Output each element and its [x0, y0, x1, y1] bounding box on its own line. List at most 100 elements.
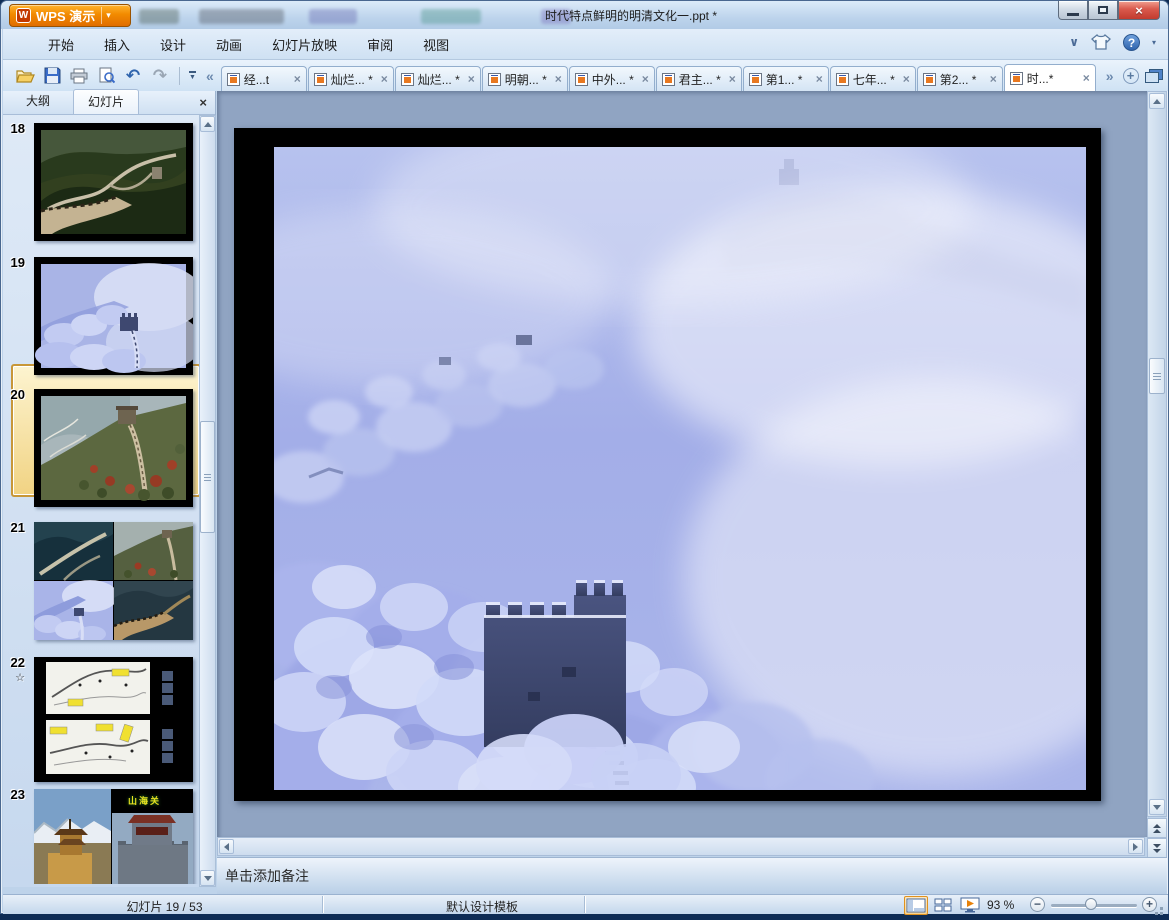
notes-pane[interactable]: 单击添加备注: [217, 857, 1167, 894]
great-wall-snow-photo[interactable]: [274, 147, 1086, 790]
normal-view-button[interactable]: [904, 895, 928, 915]
tab-close-icon[interactable]: ×: [379, 72, 393, 86]
tab-close-icon[interactable]: ×: [727, 72, 741, 86]
window-title: 时代特点鲜明的明清文化一.ppt *: [544, 9, 718, 23]
tab-close-icon[interactable]: ×: [1081, 71, 1095, 85]
previous-slide-button[interactable]: [1147, 818, 1167, 838]
slide-sorter-view-button[interactable]: [931, 896, 955, 915]
minimize-icon: [1067, 12, 1079, 16]
tab-close-icon[interactable]: ×: [553, 72, 567, 86]
slide-sorter-icon: [934, 898, 952, 911]
skin-tshirt-icon[interactable]: [1091, 33, 1111, 51]
print-icon[interactable]: [69, 66, 89, 86]
tab-close-icon[interactable]: ×: [640, 72, 654, 86]
new-document-icon[interactable]: +: [1122, 67, 1139, 84]
redo-icon[interactable]: ↷: [150, 66, 170, 86]
scroll-left-button[interactable]: [219, 839, 234, 854]
grip-lines: [1153, 376, 1161, 377]
app-menu-caret-icon[interactable]: ▾: [106, 10, 111, 21]
scroll-up-button[interactable]: [1149, 93, 1165, 109]
document-tab[interactable]: 中外... * ×: [568, 66, 655, 91]
document-tab[interactable]: 经...t ×: [220, 66, 307, 91]
double-up-arrow-icon: [1153, 828, 1161, 833]
menu-item-start[interactable]: 开始: [33, 30, 89, 59]
slide-thumbnail-22[interactable]: [34, 657, 193, 782]
document-tab[interactable]: 灿烂... * ×: [307, 66, 394, 91]
restore-icon: [1098, 6, 1108, 14]
undo-icon[interactable]: ↶: [123, 66, 143, 86]
panel-tabs: 大纲 幻灯片 ×: [3, 88, 215, 115]
tab-close-icon[interactable]: ×: [466, 72, 480, 86]
zoom-in-button[interactable]: +: [1142, 897, 1157, 912]
document-tab[interactable]: 七年... * ×: [829, 66, 916, 91]
switch-windows-icon[interactable]: [1144, 68, 1163, 83]
animation-star-icon: ☆: [15, 672, 25, 684]
menu-item-design[interactable]: 设计: [145, 30, 201, 59]
print-preview-icon[interactable]: [96, 66, 116, 86]
menu-item-slideshow[interactable]: 幻灯片放映: [257, 30, 352, 59]
panel-close-icon[interactable]: ×: [199, 95, 207, 110]
horizontal-scrollbar[interactable]: [217, 837, 1145, 856]
slide-thumbnail-18[interactable]: [34, 123, 193, 241]
next-slide-button[interactable]: [1147, 838, 1167, 858]
menu-item-animation[interactable]: 动画: [201, 30, 257, 59]
tab-close-icon[interactable]: ×: [814, 72, 828, 86]
document-tab[interactable]: 第2... * ×: [916, 66, 1003, 91]
document-tab[interactable]: 君主... * ×: [655, 66, 742, 91]
help-caret-icon[interactable]: ▾: [1152, 38, 1156, 47]
slideshow-button[interactable]: [958, 896, 982, 915]
ppt-file-icon: [922, 72, 936, 86]
menu-item-view[interactable]: 视图: [408, 30, 464, 59]
minimize-button[interactable]: [1058, 1, 1088, 20]
document-tab[interactable]: 灿烂... * ×: [394, 66, 481, 91]
scroll-tabs-left-icon[interactable]: «: [203, 68, 217, 84]
menu-item-review[interactable]: 审阅: [352, 30, 408, 59]
zoom-out-button[interactable]: −: [1030, 897, 1045, 912]
slideshow-icon: [960, 897, 980, 913]
ppt-file-icon: [574, 72, 588, 86]
help-icon[interactable]: ?: [1122, 33, 1140, 51]
menu-item-insert[interactable]: 插入: [89, 30, 145, 59]
tab-close-icon[interactable]: ×: [901, 72, 915, 86]
open-file-icon[interactable]: [15, 66, 35, 86]
toolbar-customize-caret-icon[interactable]: ▼: [189, 70, 196, 81]
sidebar-scroll-up-button[interactable]: [200, 116, 215, 132]
slide-thumbnail-21[interactable]: [34, 522, 193, 640]
slide-number: 19: [10, 255, 25, 270]
scroll-right-button[interactable]: [1128, 839, 1143, 854]
double-down-arrow-icon: [1153, 848, 1161, 853]
close-button[interactable]: ×: [1118, 1, 1160, 20]
save-icon[interactable]: [42, 66, 62, 86]
right-arrow-icon: [1133, 842, 1138, 851]
slide-thumbnail-19[interactable]: [34, 257, 193, 375]
up-arrow-icon: [1153, 98, 1161, 104]
restore-button[interactable]: [1088, 1, 1118, 20]
down-arrow-icon: [1153, 804, 1161, 810]
document-tab-active[interactable]: 时...* ×: [1003, 64, 1096, 91]
grip-lines: [204, 477, 211, 478]
sidebar-scrollbar-thumb[interactable]: [200, 421, 215, 533]
scroll-tabs-right-icon[interactable]: »: [1103, 68, 1117, 84]
wps-app-button[interactable]: W WPS 演示 ▾: [9, 4, 131, 27]
scrollbar-thumb[interactable]: [1149, 358, 1165, 394]
tab-outline[interactable]: 大纲: [11, 88, 65, 114]
slide-thumbnail-23[interactable]: [34, 789, 193, 884]
scroll-down-button[interactable]: [1149, 799, 1165, 815]
collapse-ribbon-icon[interactable]: ∨: [1069, 35, 1079, 49]
slide-canvas[interactable]: [234, 128, 1101, 801]
divider: [179, 66, 180, 85]
vertical-scrollbar[interactable]: [1147, 91, 1167, 817]
sidebar-scroll-down-button[interactable]: [200, 870, 215, 886]
tab-slides[interactable]: 幻灯片: [73, 89, 140, 114]
slide-editing-area[interactable]: [217, 91, 1147, 837]
document-tab[interactable]: 第1... * ×: [742, 66, 829, 91]
resize-grip[interactable]: [1160, 907, 1163, 910]
document-tab[interactable]: 明朝... * ×: [481, 66, 568, 91]
slide23-caption: 山海关: [128, 796, 162, 806]
slide-thumbnail-list: 18 19 20 21 22 ☆ 23 山海关: [3, 115, 199, 884]
tab-close-icon[interactable]: ×: [988, 72, 1002, 86]
wps-presentation-window: W WPS 演示 ▾ 时代特点鲜明的明清文化一.ppt * × 开始 插入 设计…: [0, 0, 1169, 915]
slide-thumbnail-20[interactable]: [34, 389, 193, 507]
tab-close-icon[interactable]: ×: [292, 72, 306, 86]
zoom-slider-thumb[interactable]: [1085, 898, 1097, 910]
